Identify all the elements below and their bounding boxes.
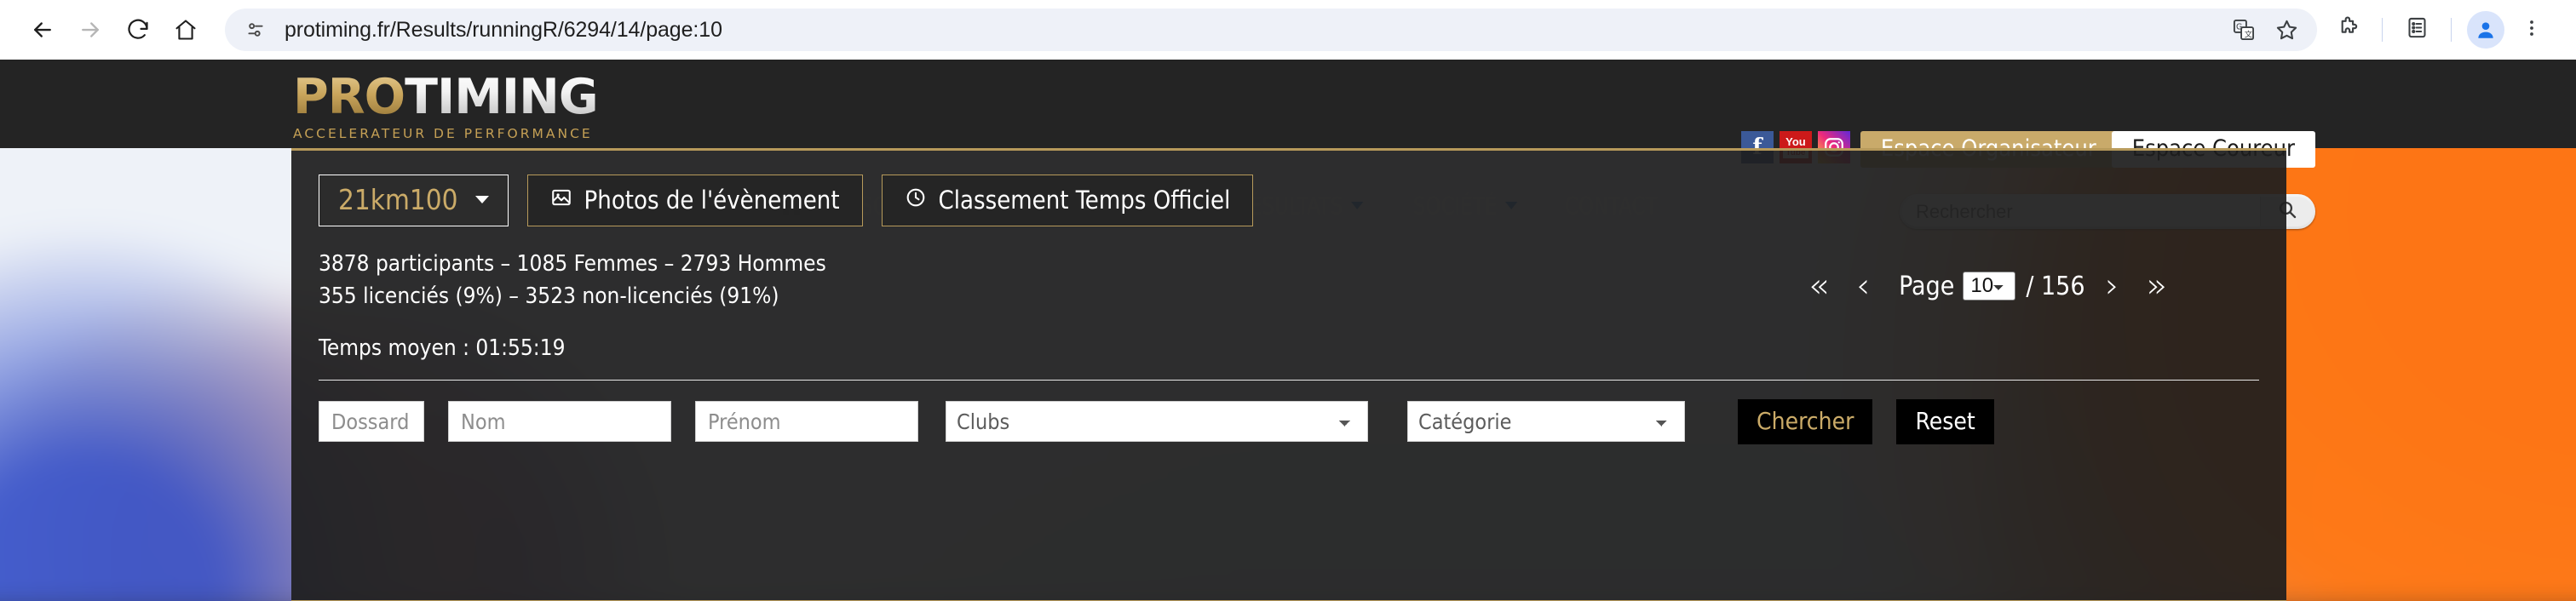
chevron-down-icon — [474, 196, 489, 203]
profile-avatar-icon — [2467, 11, 2504, 49]
reading-list-button[interactable] — [2395, 8, 2439, 52]
action-buttons-row: 21km100 Photos de l'évènement Classement… — [319, 175, 2259, 226]
reload-button[interactable] — [114, 6, 162, 54]
forward-button[interactable] — [66, 6, 114, 54]
photos-button-label: Photos de l'évènement — [584, 185, 840, 215]
chercher-button[interactable]: Chercher — [1738, 398, 1873, 444]
address-bar[interactable]: protiming.fr/Results/runningR/6294/14/pa… — [225, 9, 2317, 51]
results-panel: 21km100 Photos de l'évènement Classement… — [291, 148, 2286, 601]
reload-icon — [126, 18, 150, 42]
home-button[interactable] — [162, 6, 210, 54]
toolbar-divider-2 — [2451, 18, 2452, 42]
stats-block: 3878 participants – 1085 Femmes – 2793 H… — [319, 249, 826, 361]
page-info-icon[interactable] — [242, 16, 269, 43]
toolbar-divider — [2382, 18, 2383, 42]
bookmark-star-icon[interactable] — [2268, 11, 2305, 49]
photos-button[interactable]: Photos de l'évènement — [526, 175, 863, 226]
url-text: protiming.fr/Results/runningR/6294/14/pa… — [285, 17, 722, 42]
translate-icon[interactable]: G文 — [2225, 11, 2263, 49]
prenom-input[interactable] — [695, 401, 918, 443]
logo-tagline: ACCELERATEUR DE PERFORMANCE — [293, 126, 593, 141]
reading-list-icon — [2406, 16, 2429, 43]
back-button[interactable] — [19, 6, 66, 54]
classement-button-label: Classement Temps Officiel — [938, 185, 1231, 215]
classement-button[interactable]: Classement Temps Officiel — [881, 175, 1254, 226]
stats-participants: 3878 participants – 1085 Femmes – 2793 H… — [319, 251, 826, 277]
logo-text-timing: TIMING — [405, 69, 599, 125]
pagination-label: Page — [1899, 271, 1955, 301]
svg-text:G: G — [2236, 23, 2242, 32]
three-dot-menu-icon — [2521, 18, 2542, 43]
svg-text:文: 文 — [2245, 29, 2252, 39]
clock-icon — [905, 186, 927, 215]
reset-button[interactable]: Reset — [1896, 398, 1994, 444]
nom-input[interactable] — [448, 401, 671, 443]
pagination: « ‹ Page 10 / 156 › » — [1795, 269, 2181, 303]
extensions-button[interactable] — [2326, 8, 2370, 52]
forward-arrow-icon — [78, 17, 103, 43]
categorie-select[interactable]: Catégorie — [1407, 401, 1685, 443]
pagination-page-select[interactable]: 10 — [1963, 272, 2016, 300]
chrome-menu-button[interactable] — [2510, 8, 2554, 52]
stats-average-time: Temps moyen : 01:55:19 — [319, 335, 566, 361]
dossard-input[interactable] — [319, 401, 424, 443]
image-icon — [550, 186, 572, 215]
youtube-glyph-top: You — [1785, 135, 1806, 149]
pagination-total: / 156 — [2026, 271, 2085, 301]
filter-form: Clubs Catégorie Chercher Reset — [319, 381, 2259, 444]
pagination-next-button[interactable]: › — [2092, 269, 2133, 303]
home-icon — [174, 18, 198, 42]
pagination-prev-button[interactable]: ‹ — [1843, 269, 1883, 303]
browser-toolbar: protiming.fr/Results/runningR/6294/14/pa… — [0, 0, 2576, 60]
back-arrow-icon — [30, 17, 55, 43]
distance-select[interactable]: 21km100 — [319, 175, 509, 226]
stats-licencies: 355 licenciés (9%) – 3523 non-licenciés … — [319, 283, 779, 309]
logo-text-pro: PRO — [293, 69, 405, 125]
site-logo[interactable]: PROTIMING ACCELERATEUR DE PERFORMANCE — [293, 73, 693, 142]
clubs-select[interactable]: Clubs — [946, 401, 1368, 443]
stats-and-pagination-row: 3878 participants – 1085 Femmes – 2793 H… — [319, 249, 2259, 361]
extensions-puzzle-icon — [2336, 16, 2360, 44]
site-header: PROTIMING ACCELERATEUR DE PERFORMANCE IN… — [0, 60, 2576, 229]
browser-actions — [2326, 8, 2554, 52]
pagination-first-button[interactable]: « — [1795, 269, 1843, 303]
distance-select-label: 21km100 — [338, 183, 458, 216]
page-viewport: PROTIMING ACCELERATEUR DE PERFORMANCE IN… — [0, 60, 2576, 601]
pagination-last-button[interactable]: » — [2133, 269, 2181, 303]
profile-button[interactable] — [2464, 8, 2508, 52]
